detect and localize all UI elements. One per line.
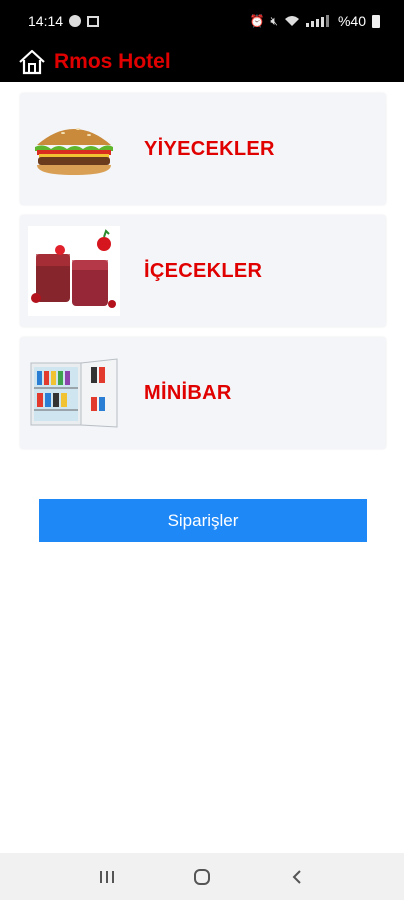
minibar-fridge-image — [28, 348, 120, 438]
category-card-drinks[interactable]: İÇECEKLER — [20, 215, 386, 327]
status-time: 14:14 — [28, 13, 64, 29]
orders-button[interactable]: Siparişler — [39, 499, 367, 542]
category-card-food[interactable]: YİYECEKLER — [20, 93, 386, 205]
status-right: ⏰ 🔇︎ %40 — [249, 13, 380, 29]
category-label: YİYECEKLER — [144, 137, 275, 160]
signal-icon — [305, 15, 329, 27]
burger-image — [28, 104, 120, 194]
category-list: YİYECEKLER İÇECEKLER MİNİBAR — [20, 93, 386, 459]
wifi-icon — [284, 16, 299, 26]
battery-icon — [372, 14, 380, 28]
category-label: MİNİBAR — [144, 381, 232, 404]
system-nav-bar — [0, 853, 404, 900]
gallery-icon — [87, 15, 100, 27]
mute-icon: 🔇︎ — [270, 13, 278, 28]
category-label: İÇECEKLER — [144, 259, 263, 282]
app-bar: Rmos Hotel — [0, 42, 404, 82]
recent-apps-icon — [100, 870, 115, 883]
status-left: 14:14 — [28, 13, 100, 29]
home-icon[interactable] — [18, 49, 46, 75]
category-card-minibar[interactable]: MİNİBAR — [20, 337, 386, 449]
home-circle-icon — [193, 868, 210, 885]
app-title: Rmos Hotel — [54, 50, 171, 73]
back-nav-button[interactable] — [277, 862, 317, 892]
recent-apps-button[interactable] — [87, 862, 127, 892]
drinks-image — [28, 226, 120, 316]
alarm-icon: ⏰ — [249, 14, 265, 28]
battery-percent: %40 — [337, 13, 366, 29]
notification-icon — [69, 15, 82, 27]
back-icon — [292, 869, 301, 884]
status-bar: 14:14 ⏰ 🔇︎ %40 — [0, 0, 404, 42]
home-nav-button[interactable] — [182, 862, 222, 892]
